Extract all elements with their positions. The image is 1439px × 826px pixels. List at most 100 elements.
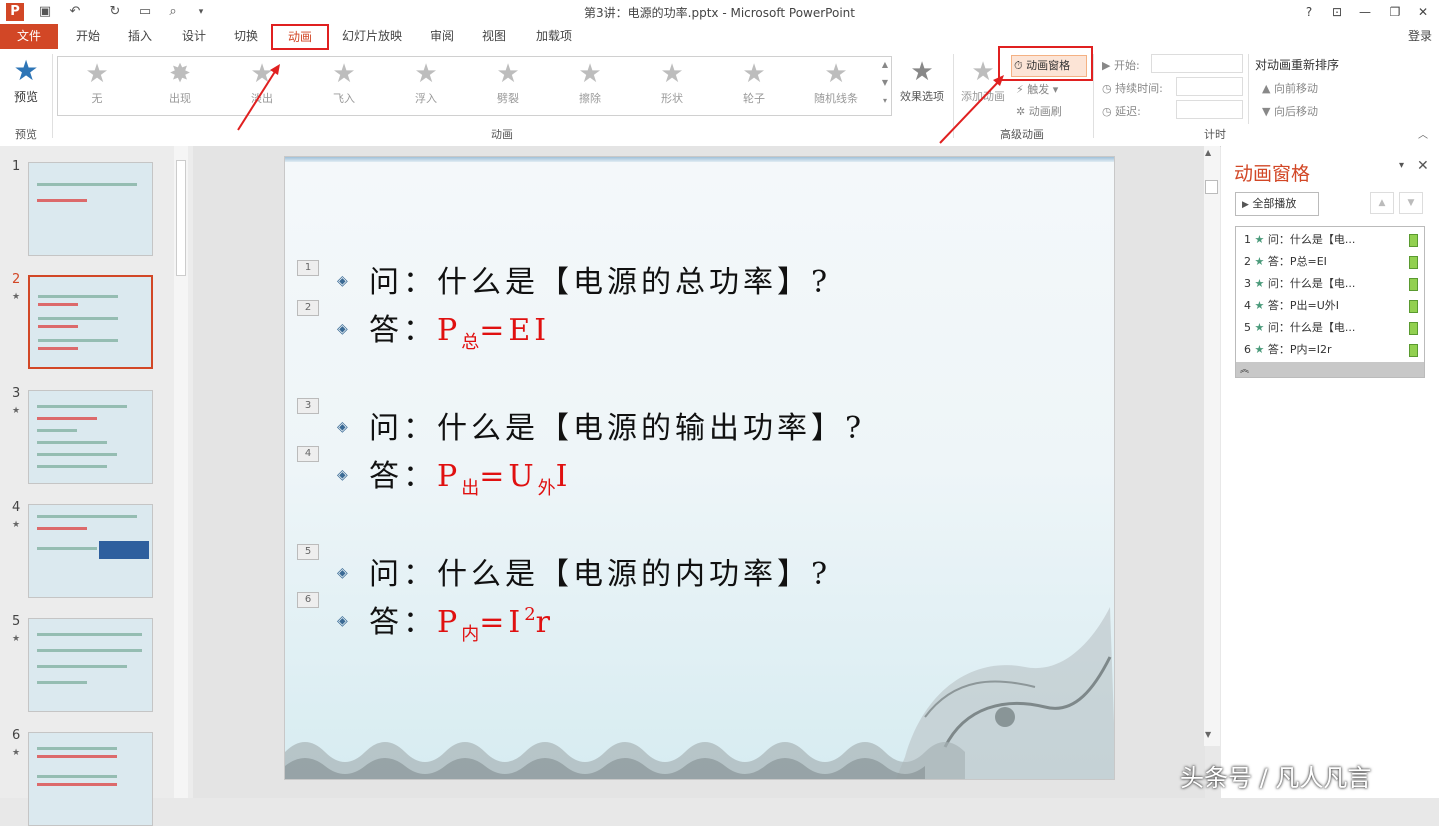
slide-thumbnail[interactable] [28, 732, 153, 826]
anim-tag[interactable]: 3 [297, 398, 319, 414]
timing-bar [1409, 344, 1418, 357]
close-pane-icon[interactable]: ✕ [1417, 158, 1429, 174]
star-icon: ★ [1254, 255, 1265, 268]
question-1: 问：什么是【电源的总功率】? [369, 265, 832, 300]
thumb-number: 1 [12, 159, 21, 174]
formula-sub: 出 [461, 478, 480, 499]
play-all-label: 全部播放 [1252, 197, 1297, 210]
animation-pane-title: 动画窗格 [1234, 163, 1311, 185]
anim-list-item[interactable]: 2 ★ 答：P总=EI [1238, 251, 1422, 273]
slide-canvas[interactable]: 1 2 3 4 5 6 ◈ 问：什么是【电源的总功率】? ◈ 答：P总=EI ◈… [284, 156, 1115, 780]
timing-bar [1409, 234, 1418, 247]
anim-item-num: 5 [1244, 321, 1251, 334]
play-all-button[interactable]: ▶ 全部播放 [1235, 192, 1319, 216]
answer-prefix: 答： [369, 313, 437, 348]
slide-thumbnail[interactable] [28, 162, 153, 256]
thumb-number: 5 [12, 614, 21, 629]
anim-item-num: 6 [1244, 343, 1251, 356]
anim-item-num: 1 [1244, 233, 1251, 246]
anim-tag[interactable]: 1 [297, 260, 319, 276]
anim-item-label: 问：什么是【电... [1267, 321, 1356, 334]
arrow-line [939, 79, 1001, 144]
timing-bar [1409, 300, 1418, 313]
formula-p: P [437, 313, 462, 348]
expand-icon[interactable]: ︽ [1236, 362, 1424, 377]
anim-tag[interactable]: 4 [297, 446, 319, 462]
answer-prefix: 答： [369, 459, 437, 494]
formula-rest: r [535, 605, 554, 640]
formula-p: P [437, 605, 462, 640]
anim-list-item[interactable]: 3 ★ 问：什么是【电... [1238, 273, 1422, 295]
star-icon: ★ [1254, 299, 1265, 312]
thumb-anim-star: ★ [12, 634, 21, 644]
slide-thumbnail-selected[interactable] [28, 275, 153, 369]
anim-item-num: 3 [1244, 277, 1251, 290]
anim-item-label: 问：什么是【电... [1267, 277, 1356, 290]
anim-tag[interactable]: 5 [297, 544, 319, 560]
formula-rest: =EI [479, 313, 551, 348]
watermark: 头条号 / 凡人凡言 [1180, 764, 1372, 792]
answer-prefix: 答： [369, 605, 437, 640]
timing-bar [1409, 256, 1418, 269]
pane-options-icon[interactable]: ▾ [1399, 160, 1404, 171]
star-icon: ★ [1254, 277, 1265, 290]
thumb-scrollbar[interactable] [174, 146, 188, 798]
anim-list-item[interactable]: 4 ★ 答：P出=U外I [1238, 295, 1422, 317]
bullet-icon: ◈ [337, 613, 348, 629]
scroll-down-icon[interactable]: ▼ [1205, 730, 1211, 739]
formula-sub: 外 [537, 478, 556, 499]
answer-3: 答：P内=I2r [369, 597, 554, 646]
arrow-line [237, 69, 277, 131]
anim-list-item[interactable]: 6 ★ 答：P内=I2r [1238, 339, 1422, 361]
formula-p: P [437, 459, 462, 494]
bullet-icon: ◈ [337, 467, 348, 483]
bullet-icon: ◈ [337, 419, 348, 435]
formula-rest: I [555, 459, 572, 494]
formula-mid: =I [479, 605, 525, 640]
anim-list-item[interactable]: 5 ★ 问：什么是【电... [1238, 317, 1422, 339]
anim-item-label: 问：什么是【电... [1267, 233, 1356, 246]
scroll-up-icon[interactable]: ▲ [1205, 148, 1211, 157]
formula-sub: 内 [461, 624, 480, 645]
anim-item-num: 2 [1244, 255, 1251, 268]
anim-item-label: 答：P总=EI [1267, 255, 1327, 268]
formula-sub: 总 [461, 332, 480, 353]
thumb-number: 3 [12, 386, 21, 401]
thumb-anim-star: ★ [12, 406, 21, 416]
answer-1: 答：P总=EI [369, 305, 550, 354]
anim-item-num: 4 [1244, 299, 1251, 312]
timing-bar [1409, 278, 1418, 291]
anim-tag[interactable]: 6 [297, 592, 319, 608]
formula-mid: =U [479, 459, 538, 494]
answer-2: 答：P出=U外I [369, 451, 571, 500]
star-icon: ★ [1254, 233, 1265, 246]
slide-thumbnail[interactable] [28, 618, 153, 712]
formula-sup: 2 [524, 604, 536, 625]
timing-bar [1409, 322, 1418, 335]
scrollbar-thumb[interactable] [1205, 180, 1218, 194]
slide-thumbnail-pane: 1 2 ★ 3 ★ 4 ★ 5 ★ 6 ★ [0, 146, 193, 826]
bullet-icon: ◈ [337, 565, 348, 581]
thumb-anim-star: ★ [12, 292, 21, 302]
slide-thumbnail[interactable] [28, 390, 153, 484]
thumb-anim-star: ★ [12, 748, 21, 758]
bullet-icon: ◈ [337, 273, 348, 289]
anim-list-item[interactable]: 1 ★ 问：什么是【电... [1238, 229, 1422, 251]
move-down-icon[interactable]: ▼ [1399, 192, 1423, 214]
slide-scrollbar[interactable]: ▲ ▼ [1204, 146, 1220, 746]
slide-thumbnail[interactable] [28, 504, 153, 598]
anim-item-label: 答：P出=U外I [1267, 299, 1340, 312]
thumb-number: 6 [12, 728, 21, 743]
anim-tag[interactable]: 2 [297, 300, 319, 316]
thumb-number: 2 [12, 272, 21, 287]
question-2: 问：什么是【电源的输出功率】? [369, 411, 866, 446]
thumb-anim-star: ★ [12, 520, 21, 530]
question-3: 问：什么是【电源的内功率】? [369, 557, 832, 592]
slide-top-border [285, 157, 1114, 162]
wave-decoration [285, 742, 965, 779]
bullet-icon: ◈ [337, 321, 348, 337]
thumb-number: 4 [12, 500, 21, 515]
play-icon: ▶ [1242, 200, 1249, 210]
move-up-icon[interactable]: ▲ [1370, 192, 1394, 214]
scrollbar-thumb[interactable] [176, 160, 186, 276]
